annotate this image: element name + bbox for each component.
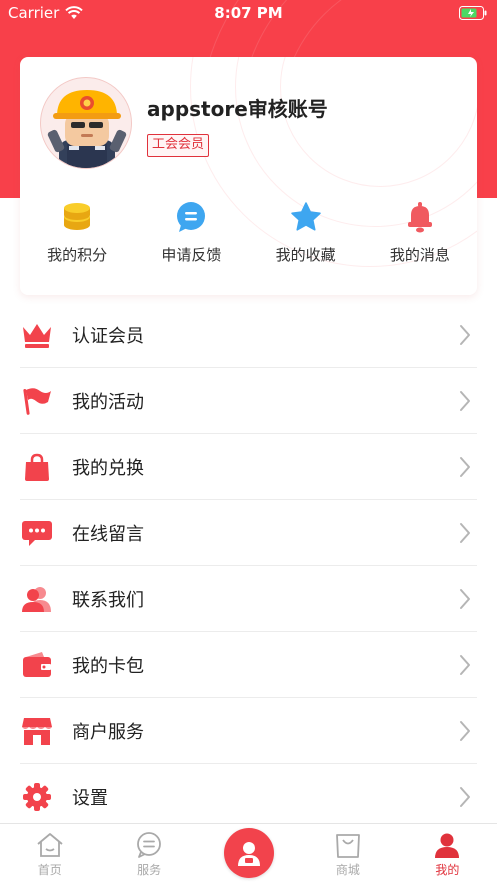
menu-item-label: 商户服务 [72,721,144,743]
chevron-right-icon [460,391,470,411]
mall-bag-icon [336,834,360,858]
menu-item-my-exchanges[interactable]: 我的兑换 [20,434,477,500]
menu-item-contact-us[interactable]: 联系我们 [20,566,477,632]
settings-menu: 认证会员 我的活动 我的兑换 在线留言 联系我们 我的卡包 商户服务 设置 [20,302,477,830]
quick-action-messages[interactable]: 我的消息 [363,200,477,280]
tab-label: 我的 [435,863,460,877]
crown-icon [20,318,54,352]
tab-mall[interactable]: 商城 [298,824,397,883]
tab-bar: 首页 服务 商城 我的 [0,823,497,883]
worker-center-icon [223,828,274,878]
tab-label: 服务 [137,863,162,877]
worker-avatar-icon [47,90,127,168]
flag-icon [20,384,54,418]
tab-center[interactable] [199,824,298,883]
quick-action-label: 我的消息 [389,246,450,264]
tab-service[interactable]: 服务 [99,824,198,883]
menu-item-label: 我的兑换 [72,457,144,479]
profile-card: appstore审核账号 工会会员 我的积分 申请反馈 我的收藏 我的消息 [20,57,477,295]
menu-item-label: 联系我们 [72,589,144,611]
quick-action-feedback[interactable]: 申请反馈 [134,200,248,280]
member-badge: 工会会员 [147,134,210,157]
star-icon [289,200,323,234]
bell-icon [403,200,437,234]
menu-item-label: 设置 [72,788,108,809]
chevron-right-icon [460,589,470,609]
tab-mine[interactable]: 我的 [398,824,497,883]
avatar[interactable] [40,77,132,169]
quick-action-label: 申请反馈 [161,246,222,264]
chevron-right-icon [460,655,470,675]
menu-item-label: 我的卡包 [72,655,144,677]
wallet-icon [20,648,54,682]
contacts-icon [20,582,54,616]
tab-home[interactable]: 首页 [0,824,99,883]
user-profile-icon [435,833,460,858]
status-bar: Carrier 8:07 PM [0,0,497,26]
settings-gear-icon [20,780,54,814]
chevron-right-icon [460,721,470,741]
menu-item-label: 我的活动 [72,391,144,413]
tab-label: 商城 [335,863,360,877]
feedback-bubble-icon [174,200,208,234]
chevron-right-icon [460,523,470,543]
quick-action-points[interactable]: 我的积分 [20,200,134,280]
menu-item-my-card-wallet[interactable]: 我的卡包 [20,632,477,698]
menu-item-certify-member[interactable]: 认证会员 [20,302,477,368]
menu-item-settings[interactable]: 设置 [20,764,477,830]
battery-icon [459,6,487,24]
chevron-right-icon [460,457,470,477]
menu-item-label: 认证会员 [72,325,144,347]
tab-label: 首页 [37,863,62,877]
service-icon [137,832,162,858]
home-icon [37,833,63,857]
store-icon [20,714,54,748]
username: appstore审核账号 [147,97,328,121]
quick-action-favorites[interactable]: 我的收藏 [249,200,363,280]
coins-icon [60,200,94,234]
quick-action-label: 我的收藏 [275,246,336,264]
menu-item-label: 在线留言 [72,523,144,545]
quick-actions: 我的积分 申请反馈 我的收藏 我的消息 [20,200,477,280]
menu-item-merchant-service[interactable]: 商户服务 [20,698,477,764]
quick-action-label: 我的积分 [47,246,108,264]
message-icon [20,516,54,550]
shopping-bag-icon [20,450,54,484]
chevron-right-icon [460,787,470,807]
chevron-right-icon [460,325,470,345]
menu-item-online-message[interactable]: 在线留言 [20,500,477,566]
menu-item-my-activities[interactable]: 我的活动 [20,368,477,434]
clock: 8:07 PM [214,4,283,22]
